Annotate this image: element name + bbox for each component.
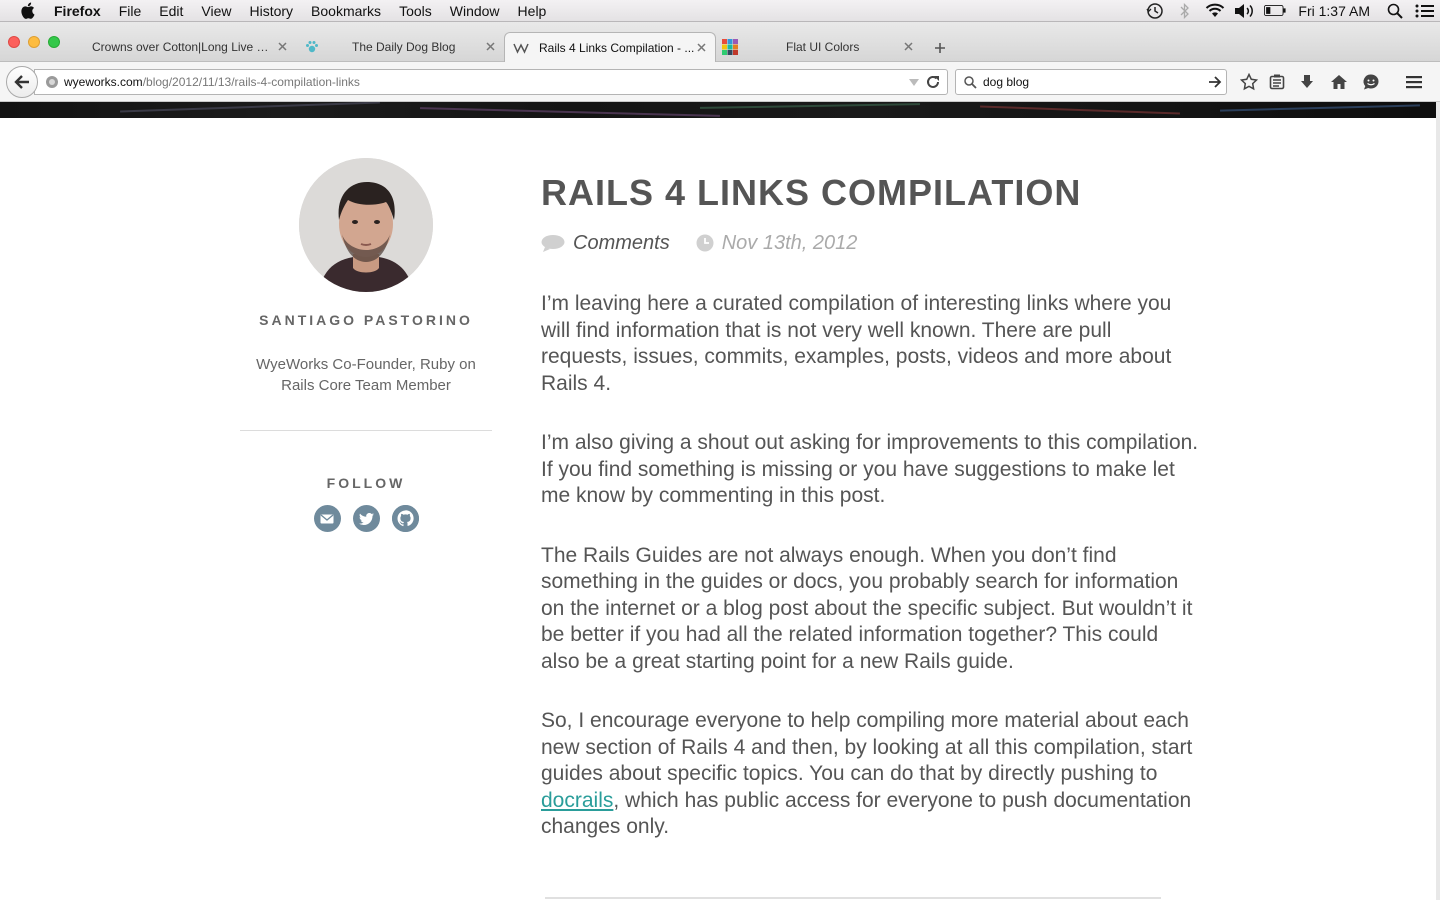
wyeworks-icon: [513, 40, 529, 56]
volume-icon[interactable]: [1234, 0, 1256, 22]
home-icon[interactable]: [1329, 72, 1349, 92]
downloads-icon[interactable]: [1297, 72, 1317, 92]
url-host: wyeworks.com: [64, 75, 143, 89]
menu-help[interactable]: Help: [509, 3, 556, 19]
url-history-dropdown-icon[interactable]: [909, 76, 919, 90]
paragraph-text: , which has public access for everyone t…: [541, 788, 1192, 839]
search-go-icon[interactable]: [1208, 75, 1222, 92]
browser-nav-bar: wyeworks.com/blog/2012/11/13/rails-4-com…: [0, 62, 1440, 102]
menu-app-firefox[interactable]: Firefox: [54, 3, 110, 19]
battery-icon[interactable]: [1264, 0, 1286, 22]
menu-window[interactable]: Window: [441, 3, 509, 19]
time-machine-icon[interactable]: [1144, 0, 1166, 22]
follow-heading: FOLLOW: [326, 475, 406, 491]
browser-tab-active[interactable]: Rails 4 Links Compilation - ...: [504, 32, 716, 62]
tab-close-icon[interactable]: [902, 40, 914, 52]
site-identity-icon[interactable]: [45, 75, 59, 89]
bluetooth-icon[interactable]: [1174, 0, 1196, 22]
spotlight-icon[interactable]: [1384, 0, 1406, 22]
blog-post: RAILS 4 LINKS COMPILATION Comments Nov 1…: [541, 170, 1201, 841]
url-path: /blog/2012/11/13/rails-4-compilation-lin…: [142, 75, 360, 89]
bookmarks-menu-icon[interactable]: [1267, 72, 1287, 92]
paragraph-text: So, I encourage everyone to help compili…: [541, 709, 1193, 785]
post-date: Nov 13th, 2012: [721, 231, 858, 254]
macos-menu-bar: Firefox File Edit View History Bookmarks…: [0, 0, 1440, 22]
wifi-icon[interactable]: [1204, 0, 1226, 22]
browser-tab[interactable]: Crowns over Cotton|Long Live C...: [76, 32, 296, 62]
window-close-button[interactable]: [8, 36, 20, 48]
github-icon[interactable]: [391, 505, 419, 532]
post-paragraph: The Rails Guides are not always enough. …: [541, 543, 1193, 673]
author-name: SANTIAGO PASTORINO: [259, 312, 473, 328]
tab-close-icon[interactable]: [484, 40, 496, 52]
menu-tools[interactable]: Tools: [390, 3, 441, 19]
tab-close-icon[interactable]: [276, 40, 288, 52]
comments-icon: [541, 234, 565, 252]
paw-icon: [304, 39, 320, 55]
menu-bar-clock[interactable]: Fri 1:37 AM: [1298, 3, 1370, 19]
hello-chat-icon[interactable]: [1361, 72, 1381, 92]
color-grid-icon: [722, 39, 738, 55]
bookmark-star-icon[interactable]: [1239, 72, 1259, 92]
tab-title: The Daily Dog Blog: [352, 40, 456, 54]
twitter-icon[interactable]: [352, 505, 380, 532]
clock-icon: [696, 234, 714, 252]
author-avatar: [299, 158, 433, 292]
tab-title: Rails 4 Links Compilation - ...: [539, 40, 695, 55]
author-sidebar: SANTIAGO PASTORINO WyeWorks Co-Founder, …: [240, 158, 492, 532]
email-icon[interactable]: [313, 505, 341, 532]
comments-link[interactable]: Comments: [573, 232, 670, 255]
back-button[interactable]: [6, 66, 38, 98]
browser-tab[interactable]: Flat UI Colors: [716, 32, 922, 62]
menu-history[interactable]: History: [240, 3, 302, 19]
window-minimize-button[interactable]: [28, 36, 40, 48]
tab-title: Flat UI Colors: [786, 40, 860, 54]
hamburger-menu-icon[interactable]: [1404, 72, 1424, 92]
tab-close-icon[interactable]: [695, 41, 707, 53]
header-banner-image: [0, 102, 1436, 118]
search-icon: [964, 75, 977, 89]
window-zoom-button[interactable]: [48, 36, 60, 48]
menu-view[interactable]: View: [192, 3, 240, 19]
social-links: [240, 505, 492, 532]
search-input[interactable]: dog blog: [983, 75, 1029, 89]
browser-tab-strip: Crowns over Cotton|Long Live C... The Da…: [0, 22, 1440, 62]
post-body: I’m leaving here a curated compilation o…: [541, 291, 1201, 841]
post-title[interactable]: RAILS 4 LINKS COMPILATION: [541, 170, 1201, 216]
browser-tab[interactable]: The Daily Dog Blog: [296, 32, 504, 62]
search-bar[interactable]: dog blog: [955, 69, 1227, 95]
menu-edit[interactable]: Edit: [150, 3, 192, 19]
tab-title: Crowns over Cotton|Long Live C...: [92, 40, 270, 54]
post-paragraph: I’m also giving a shout out asking for i…: [541, 431, 1199, 507]
menu-bookmarks[interactable]: Bookmarks: [302, 3, 390, 19]
post-meta: Comments Nov 13th, 2012: [541, 228, 1201, 258]
post-paragraph: So, I encourage everyone to help compili…: [541, 708, 1201, 841]
docrails-link[interactable]: docrails: [541, 789, 613, 812]
author-bio: WyeWorks Co-Founder, Ruby on Rails Core …: [256, 356, 476, 394]
page-scroll-track[interactable]: [1436, 102, 1440, 900]
apple-icon[interactable]: [20, 2, 38, 20]
sidebar-divider: [240, 430, 492, 431]
reload-icon[interactable]: [925, 74, 941, 93]
menu-file[interactable]: File: [110, 3, 151, 19]
post-section-divider: [545, 897, 1161, 899]
post-paragraph: I’m leaving here a curated compilation o…: [541, 292, 1172, 395]
url-bar[interactable]: wyeworks.com/blog/2012/11/13/rails-4-com…: [34, 69, 948, 95]
notification-center-icon[interactable]: [1414, 0, 1436, 22]
new-tab-button[interactable]: [930, 38, 950, 58]
